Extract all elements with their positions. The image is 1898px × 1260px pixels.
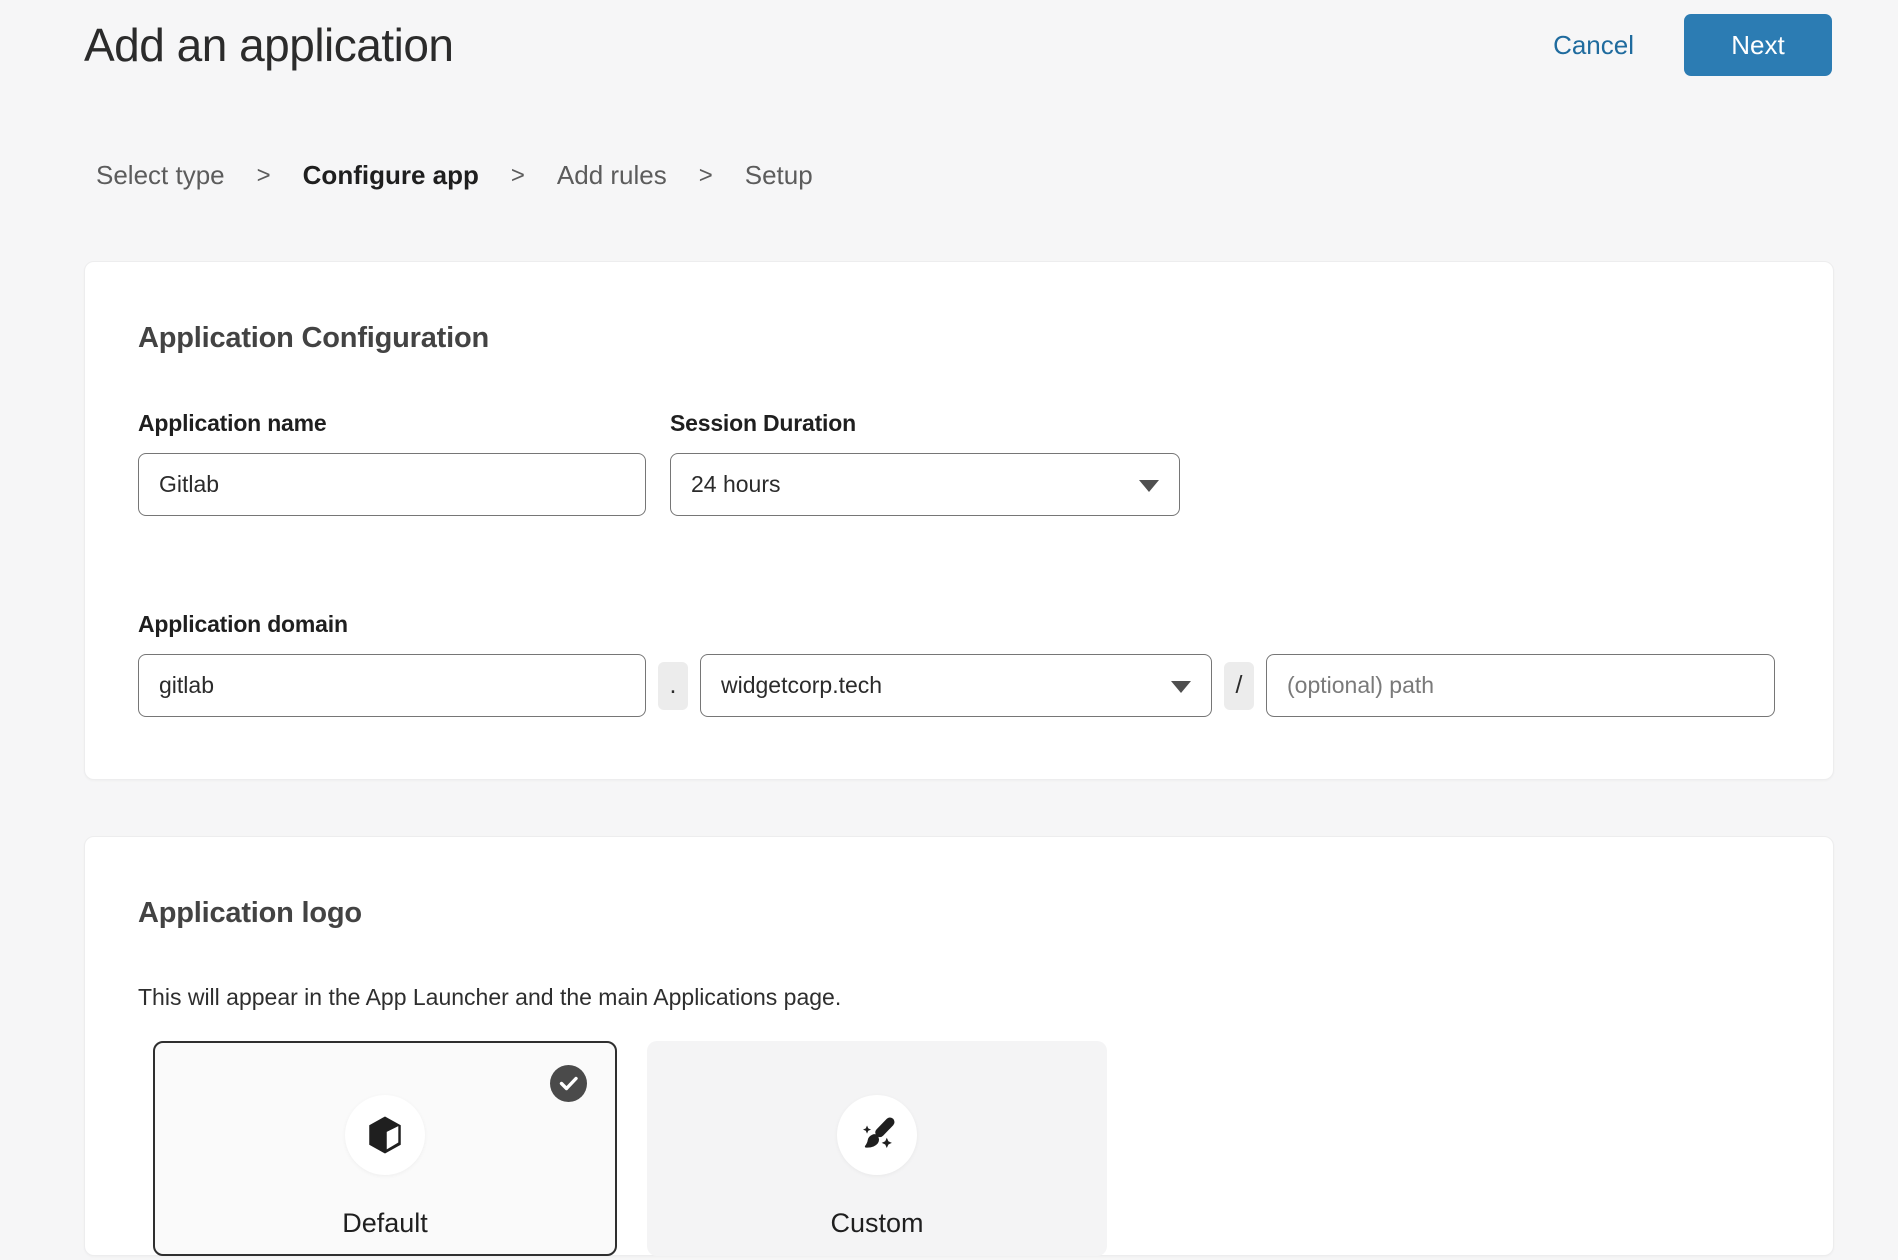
- page-title: Add an application: [84, 18, 1553, 72]
- default-logo-circle: [345, 1095, 425, 1175]
- breadcrumb-separator: >: [699, 162, 713, 190]
- domain-select[interactable]: widgetcorp.tech: [700, 654, 1212, 717]
- breadcrumb-separator: >: [257, 162, 271, 190]
- application-domain-row: . widgetcorp.tech /: [138, 654, 1777, 717]
- application-logo-description: This will appear in the App Launcher and…: [138, 984, 1777, 1011]
- custom-logo-circle: [837, 1095, 917, 1175]
- logo-option-default-label: Default: [155, 1208, 615, 1239]
- application-name-label: Application name: [138, 410, 646, 437]
- session-duration-select[interactable]: 24 hours: [670, 453, 1180, 516]
- logo-options: Default Custom: [153, 1041, 1777, 1256]
- session-duration-label: Session Duration: [670, 410, 1180, 437]
- application-name-input[interactable]: [138, 453, 646, 516]
- application-configuration-heading: Application Configuration: [138, 322, 1777, 355]
- dot-separator: .: [658, 662, 688, 710]
- application-domain-field-group: Application domain . widgetcorp.tech /: [138, 611, 1777, 717]
- slash-separator: /: [1224, 662, 1254, 710]
- path-input[interactable]: [1266, 654, 1775, 717]
- page-header: Add an application Cancel Next: [0, 0, 1898, 76]
- session-duration-field-group: Session Duration 24 hours: [670, 410, 1180, 516]
- breadcrumb-step-select-type[interactable]: Select type: [96, 160, 225, 191]
- breadcrumb-step-add-rules[interactable]: Add rules: [557, 160, 667, 191]
- application-configuration-card: Application Configuration Application na…: [84, 261, 1834, 780]
- name-session-row: Application name Session Duration 24 hou…: [138, 410, 1777, 516]
- breadcrumb-step-setup[interactable]: Setup: [745, 160, 813, 191]
- chevron-down-icon: [1139, 480, 1159, 492]
- application-logo-card: Application logo This will appear in the…: [84, 836, 1834, 1256]
- breadcrumb-separator: >: [511, 162, 525, 190]
- application-domain-label: Application domain: [138, 611, 1777, 638]
- breadcrumb-step-configure-app[interactable]: Configure app: [303, 160, 479, 191]
- subdomain-input[interactable]: [138, 654, 646, 717]
- next-button[interactable]: Next: [1684, 14, 1832, 76]
- cube-icon: [364, 1114, 406, 1156]
- domain-select-value: widgetcorp.tech: [721, 672, 882, 699]
- breadcrumb: Select type > Configure app > Add rules …: [96, 160, 1898, 191]
- session-duration-value: 24 hours: [691, 471, 781, 498]
- cancel-button[interactable]: Cancel: [1553, 30, 1634, 61]
- application-name-field-group: Application name: [138, 410, 646, 516]
- selected-check-badge: [550, 1065, 587, 1102]
- logo-option-default[interactable]: Default: [153, 1041, 617, 1256]
- logo-option-custom[interactable]: Custom: [647, 1041, 1107, 1256]
- chevron-down-icon: [1171, 681, 1191, 693]
- check-icon: [550, 1065, 587, 1102]
- paintbrush-icon: [856, 1114, 898, 1156]
- logo-option-custom-label: Custom: [649, 1208, 1105, 1239]
- application-logo-heading: Application logo: [138, 897, 1777, 930]
